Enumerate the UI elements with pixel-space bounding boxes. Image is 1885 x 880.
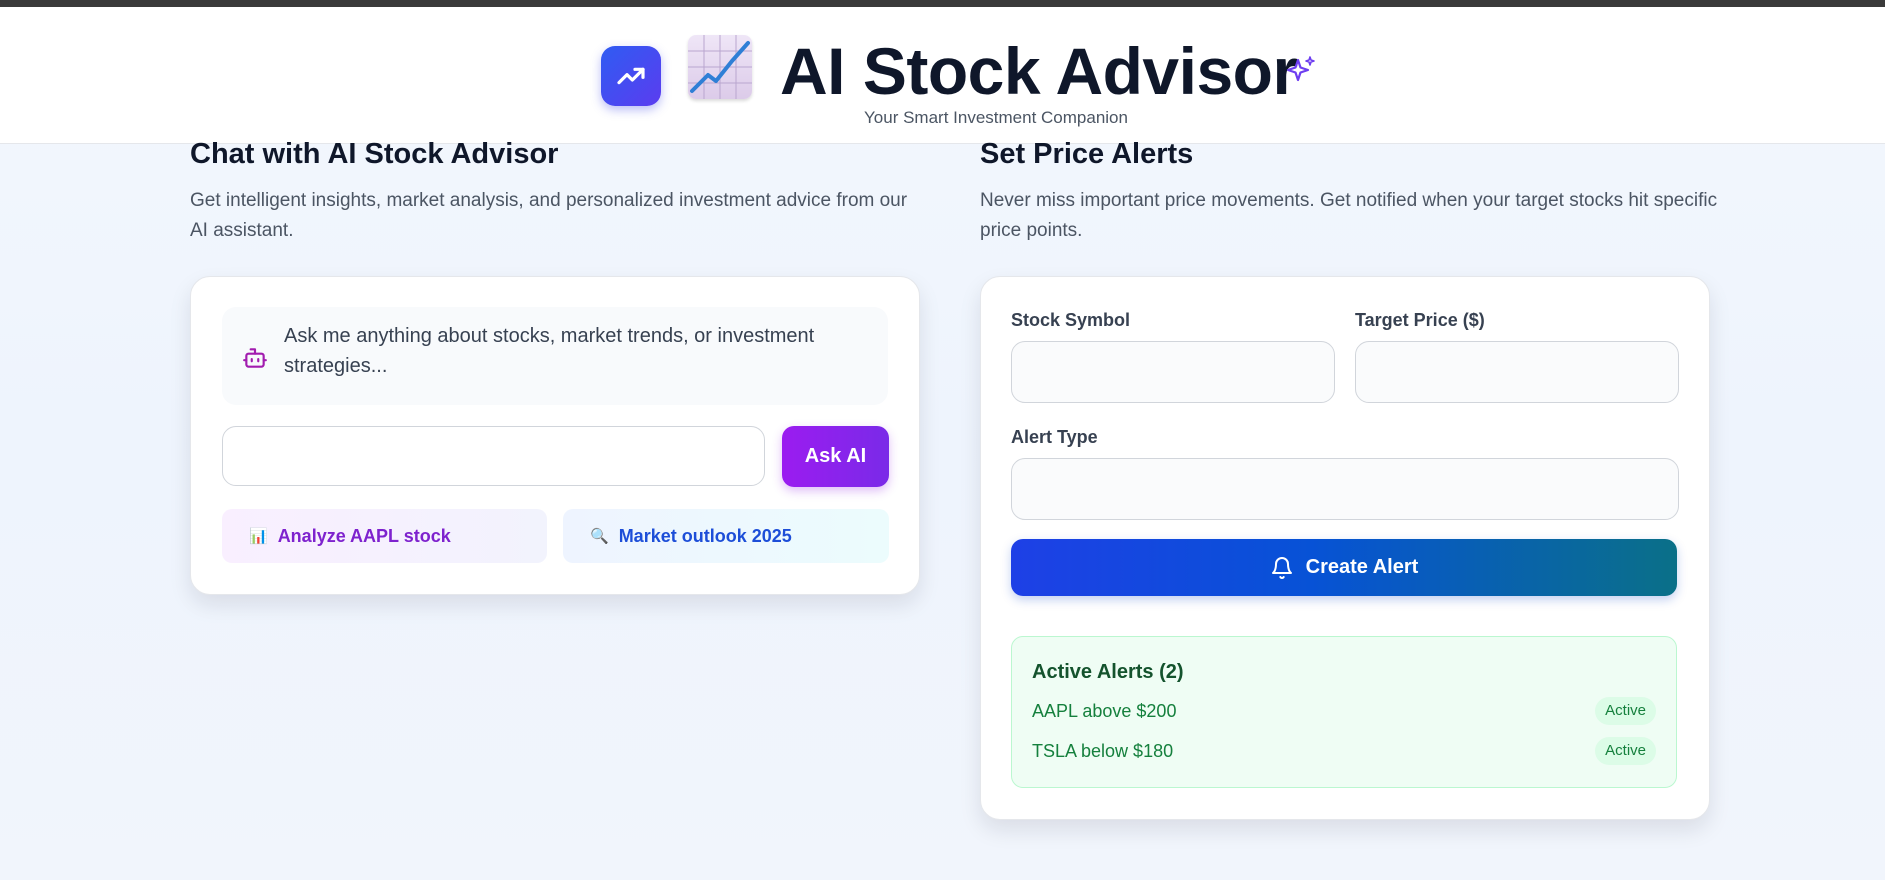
- create-alert-button[interactable]: Create Alert: [1011, 539, 1677, 596]
- bot-message-text: Ask me anything about stocks, market tre…: [284, 325, 815, 377]
- bell-icon: [1270, 556, 1294, 580]
- alert-item-text: TSLA below $180: [1032, 741, 1174, 761]
- chat-section-title: Chat with AI Stock Advisor: [190, 138, 559, 170]
- page-subtitle: Your Smart Investment Companion: [864, 108, 1128, 127]
- app-header: AI Stock Advisor Your Smart Investment C…: [0, 7, 1885, 144]
- status-badge: Active: [1595, 737, 1656, 765]
- alerts-section-title: Set Price Alerts: [980, 138, 1194, 170]
- alert-item: TSLA below $180 Active: [1032, 737, 1656, 767]
- page-title: AI Stock Advisor: [780, 34, 1298, 108]
- stock-symbol-input[interactable]: [1011, 341, 1335, 403]
- active-alerts-panel: Active Alerts (2) AAPL above $200 Active…: [1011, 636, 1677, 788]
- alert-item-text: AAPL above $200: [1032, 701, 1177, 721]
- ask-ai-button[interactable]: Ask AI: [782, 426, 889, 487]
- target-price-input[interactable]: [1355, 341, 1679, 403]
- alerts-section-description: Never miss important price movements. Ge…: [980, 190, 1718, 241]
- stock-symbol-label: Stock Symbol: [1011, 310, 1131, 330]
- suggestion-label: Analyze AAPL stock: [277, 525, 451, 546]
- active-alerts-title: Active Alerts (2): [1032, 661, 1184, 683]
- suggestion-analyze-aapl[interactable]: 📊 Analyze AAPL stock: [222, 509, 547, 563]
- chat-card: Ask me anything about stocks, market tre…: [190, 276, 920, 595]
- magnifier-icon: 🔍: [590, 528, 609, 545]
- bar-chart-icon: 📊: [249, 528, 268, 545]
- robot-icon: [243, 348, 267, 368]
- sparkles-icon: [1286, 56, 1315, 82]
- status-badge: Active: [1595, 697, 1656, 725]
- suggestion-label: Market outlook 2025: [618, 525, 792, 546]
- window-top-border: [0, 0, 1885, 7]
- chart-increasing-icon: [688, 35, 752, 99]
- target-price-label: Target Price ($): [1355, 310, 1485, 330]
- create-alert-label: Create Alert: [1305, 556, 1419, 578]
- chat-section-description: Get intelligent insights, market analysi…: [190, 190, 908, 241]
- chat-input[interactable]: [222, 426, 765, 486]
- alert-type-label: Alert Type: [1011, 427, 1098, 447]
- alert-type-select[interactable]: [1011, 458, 1679, 520]
- alert-item: AAPL above $200 Active: [1032, 697, 1656, 727]
- trending-up-icon: [617, 67, 645, 85]
- alerts-card: Stock Symbol Target Price ($) Alert Type…: [980, 276, 1710, 820]
- bot-message: Ask me anything about stocks, market tre…: [222, 307, 888, 405]
- app-logo: [601, 46, 661, 106]
- suggestion-market-outlook[interactable]: 🔍 Market outlook 2025: [563, 509, 889, 563]
